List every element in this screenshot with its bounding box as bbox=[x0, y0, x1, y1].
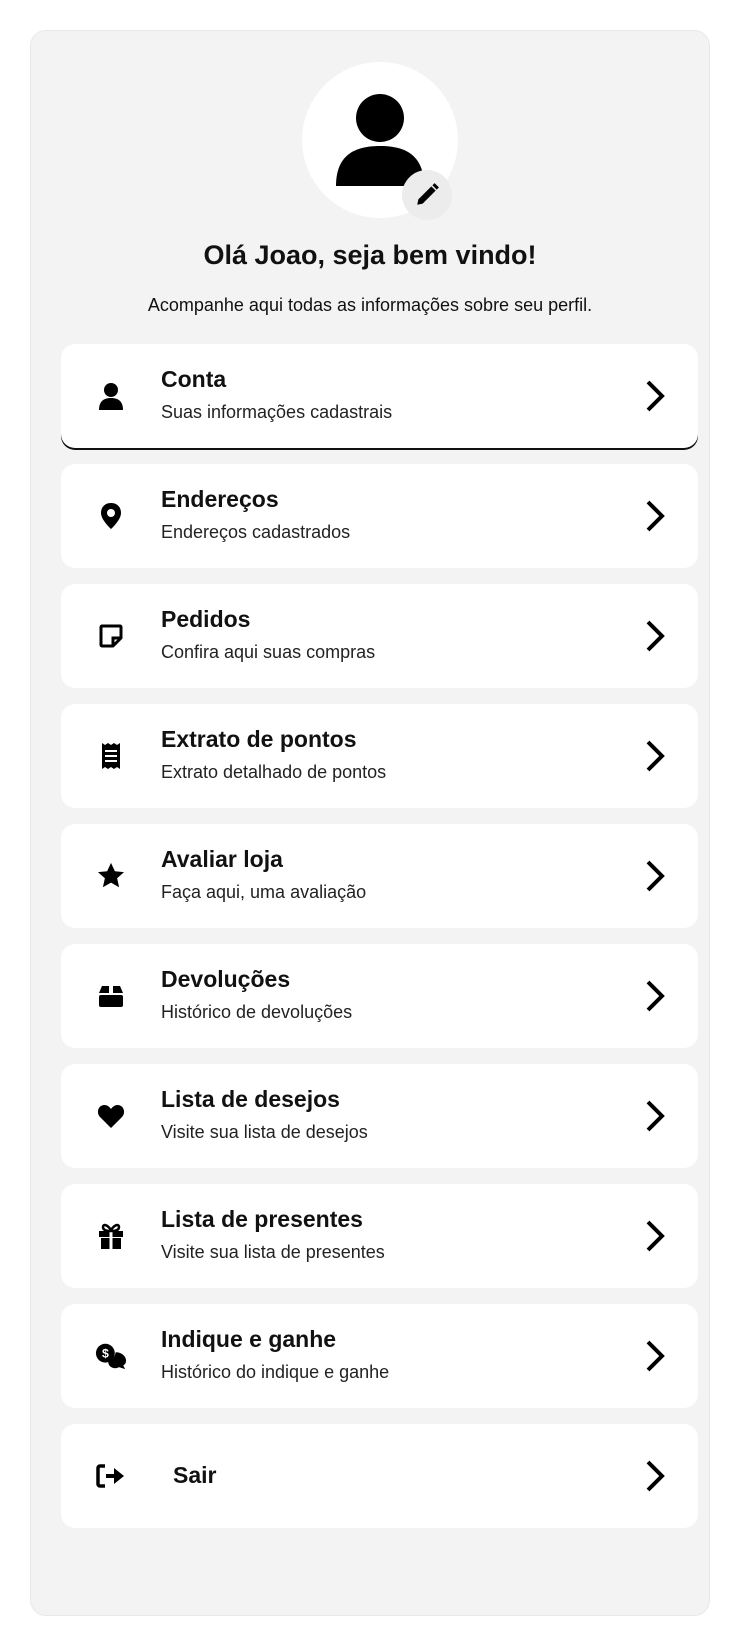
receipt-icon bbox=[95, 740, 127, 772]
menu-item-title: Endereços bbox=[161, 486, 279, 512]
menu-item-extrato-de-pontos[interactable]: Extrato de pontos Extrato detalhado de p… bbox=[61, 704, 698, 808]
gift-icon bbox=[95, 1220, 127, 1252]
menu-item-sair[interactable]: Sair bbox=[61, 1424, 698, 1528]
chevron-right-icon bbox=[646, 1100, 665, 1132]
logout-icon bbox=[95, 1460, 127, 1492]
menu-item-title: Sair bbox=[173, 1462, 217, 1488]
referral-icon: $ bbox=[95, 1340, 127, 1372]
menu-item-description: Extrato detalhado de pontos bbox=[161, 762, 387, 782]
chevron-right-icon bbox=[646, 1220, 665, 1252]
chevron-right-icon bbox=[646, 620, 665, 652]
menu-item-conta[interactable]: Conta Suas informações cadastrais bbox=[61, 344, 698, 448]
menu-item-avaliar-loja[interactable]: Avaliar loja Faça aqui, uma avaliação bbox=[61, 824, 698, 928]
chevron-right-icon bbox=[646, 860, 665, 892]
menu-item-indique-e-ganhe[interactable]: $ Indique e ganhe Histórico do indique e… bbox=[61, 1304, 698, 1408]
chevron-right-icon bbox=[646, 740, 665, 772]
menu-item-devolucoes[interactable]: Devoluções Histórico de devoluções bbox=[61, 944, 698, 1048]
chevron-right-icon bbox=[646, 380, 665, 412]
menu-item-description: Endereços cadastrados bbox=[161, 522, 351, 542]
user-icon bbox=[95, 380, 127, 412]
chevron-right-icon bbox=[646, 500, 665, 532]
menu-item-lista-de-presentes[interactable]: Lista de presentes Visite sua lista de p… bbox=[61, 1184, 698, 1288]
menu-item-enderecos[interactable]: Endereços Endereços cadastrados bbox=[61, 464, 698, 568]
menu-item-lista-de-desejos[interactable]: Lista de desejos Visite sua lista de des… bbox=[61, 1064, 698, 1168]
note-icon bbox=[95, 620, 127, 652]
avatar-container bbox=[302, 62, 458, 220]
chevron-right-icon bbox=[646, 1460, 665, 1492]
pencil-icon bbox=[417, 183, 439, 205]
menu-item-title: Indique e ganhe bbox=[161, 1326, 337, 1352]
greeting-subtitle: Acompanhe aqui todas as informações sobr… bbox=[147, 295, 593, 315]
menu-item-title: Extrato de pontos bbox=[161, 726, 357, 752]
menu-item-description: Faça aqui, uma avaliação bbox=[161, 882, 367, 902]
menu-item-description: Suas informações cadastrais bbox=[161, 402, 393, 422]
chevron-right-icon bbox=[646, 980, 665, 1012]
menu-item-description: Visite sua lista de presentes bbox=[161, 1242, 385, 1262]
map-pin-icon bbox=[95, 500, 127, 532]
heart-icon bbox=[95, 1100, 127, 1132]
menu-item-description: Visite sua lista de desejos bbox=[161, 1122, 368, 1142]
menu-item-pedidos[interactable]: Pedidos Confira aqui suas compras bbox=[61, 584, 698, 688]
menu-item-title: Pedidos bbox=[161, 606, 251, 632]
menu-item-description: Histórico de devoluções bbox=[161, 1002, 353, 1022]
edit-avatar-button[interactable] bbox=[402, 170, 452, 220]
menu-item-description: Confira aqui suas compras bbox=[161, 642, 376, 662]
svg-text:$: $ bbox=[102, 1346, 109, 1360]
greeting-title: Olá Joao, seja bem vindo! bbox=[203, 240, 537, 270]
menu-item-description: Histórico do indique e ganhe bbox=[161, 1362, 390, 1382]
menu-item-title: Avaliar loja bbox=[161, 846, 283, 872]
menu-item-title: Devoluções bbox=[161, 966, 291, 992]
star-icon bbox=[95, 860, 127, 892]
menu-item-title: Lista de presentes bbox=[161, 1206, 363, 1232]
menu-item-title: Conta bbox=[161, 366, 227, 392]
menu-item-title: Lista de desejos bbox=[161, 1086, 340, 1112]
box-icon bbox=[95, 980, 127, 1012]
chevron-right-icon bbox=[646, 1340, 665, 1372]
